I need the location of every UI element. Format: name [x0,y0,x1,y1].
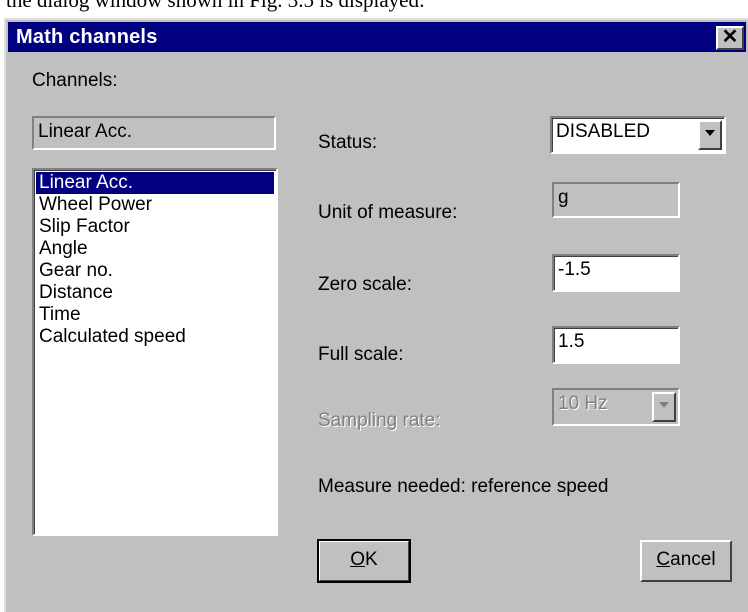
zero-scale-input[interactable]: -1.5 [552,254,680,292]
channel-list-item[interactable]: Distance [36,282,274,304]
channel-list-item[interactable]: Gear no. [36,260,274,282]
ok-label-rest: K [365,549,378,570]
channel-list-item[interactable]: Time [36,304,274,326]
close-icon: ✕ [721,26,739,48]
dialog-title: Math channels [16,26,158,48]
sampling-rate-label: Sampling rate: [318,410,441,431]
sampling-rate-dropdown: 10 Hz [552,388,680,426]
title-bar[interactable]: Math channels ✕ [8,22,746,52]
ok-button[interactable]: OK [317,539,411,583]
unit-label: Unit of measure: [318,202,458,223]
current-channel-field: Linear Acc. [32,116,276,150]
sampling-rate-value: 10 Hz [558,393,608,414]
status-label: Status: [318,132,378,153]
channel-list-item[interactable]: Wheel Power [36,194,274,216]
channel-list-item[interactable]: Slip Factor [36,216,274,238]
document-text: the dialog window shown in Fig. 3.5 is d… [6,0,425,12]
zero-scale-label: Zero scale: [318,274,412,295]
chevron-down-icon[interactable] [698,120,722,150]
unit-field: g [552,182,680,218]
cancel-button[interactable]: Cancel [640,540,732,582]
close-button[interactable]: ✕ [716,26,744,50]
channels-listbox[interactable]: Linear Acc. Wheel Power Slip Factor Angle Ge… [32,168,278,536]
cancel-label-rest: ancel [670,549,716,570]
status-dropdown[interactable]: DISABLED [550,116,726,154]
measure-needed-text: Measure needed: reference speed [318,476,609,497]
full-scale-input[interactable]: 1.5 [552,326,680,364]
cancel-accel-key: C [656,549,671,570]
status-value: DISABLED [556,121,650,142]
ok-accel-key: O [350,549,366,570]
channel-list-item[interactable]: Linear Acc. [36,172,274,194]
channels-label: Channels: [32,70,118,91]
math-channels-dialog: Math channels ✕ Channels: Linear Acc. Li… [4,18,748,612]
chevron-down-icon [652,392,676,422]
channel-list-item[interactable]: Angle [36,238,274,260]
full-scale-label: Full scale: [318,344,404,365]
channel-list-item[interactable]: Calculated speed [36,326,274,348]
